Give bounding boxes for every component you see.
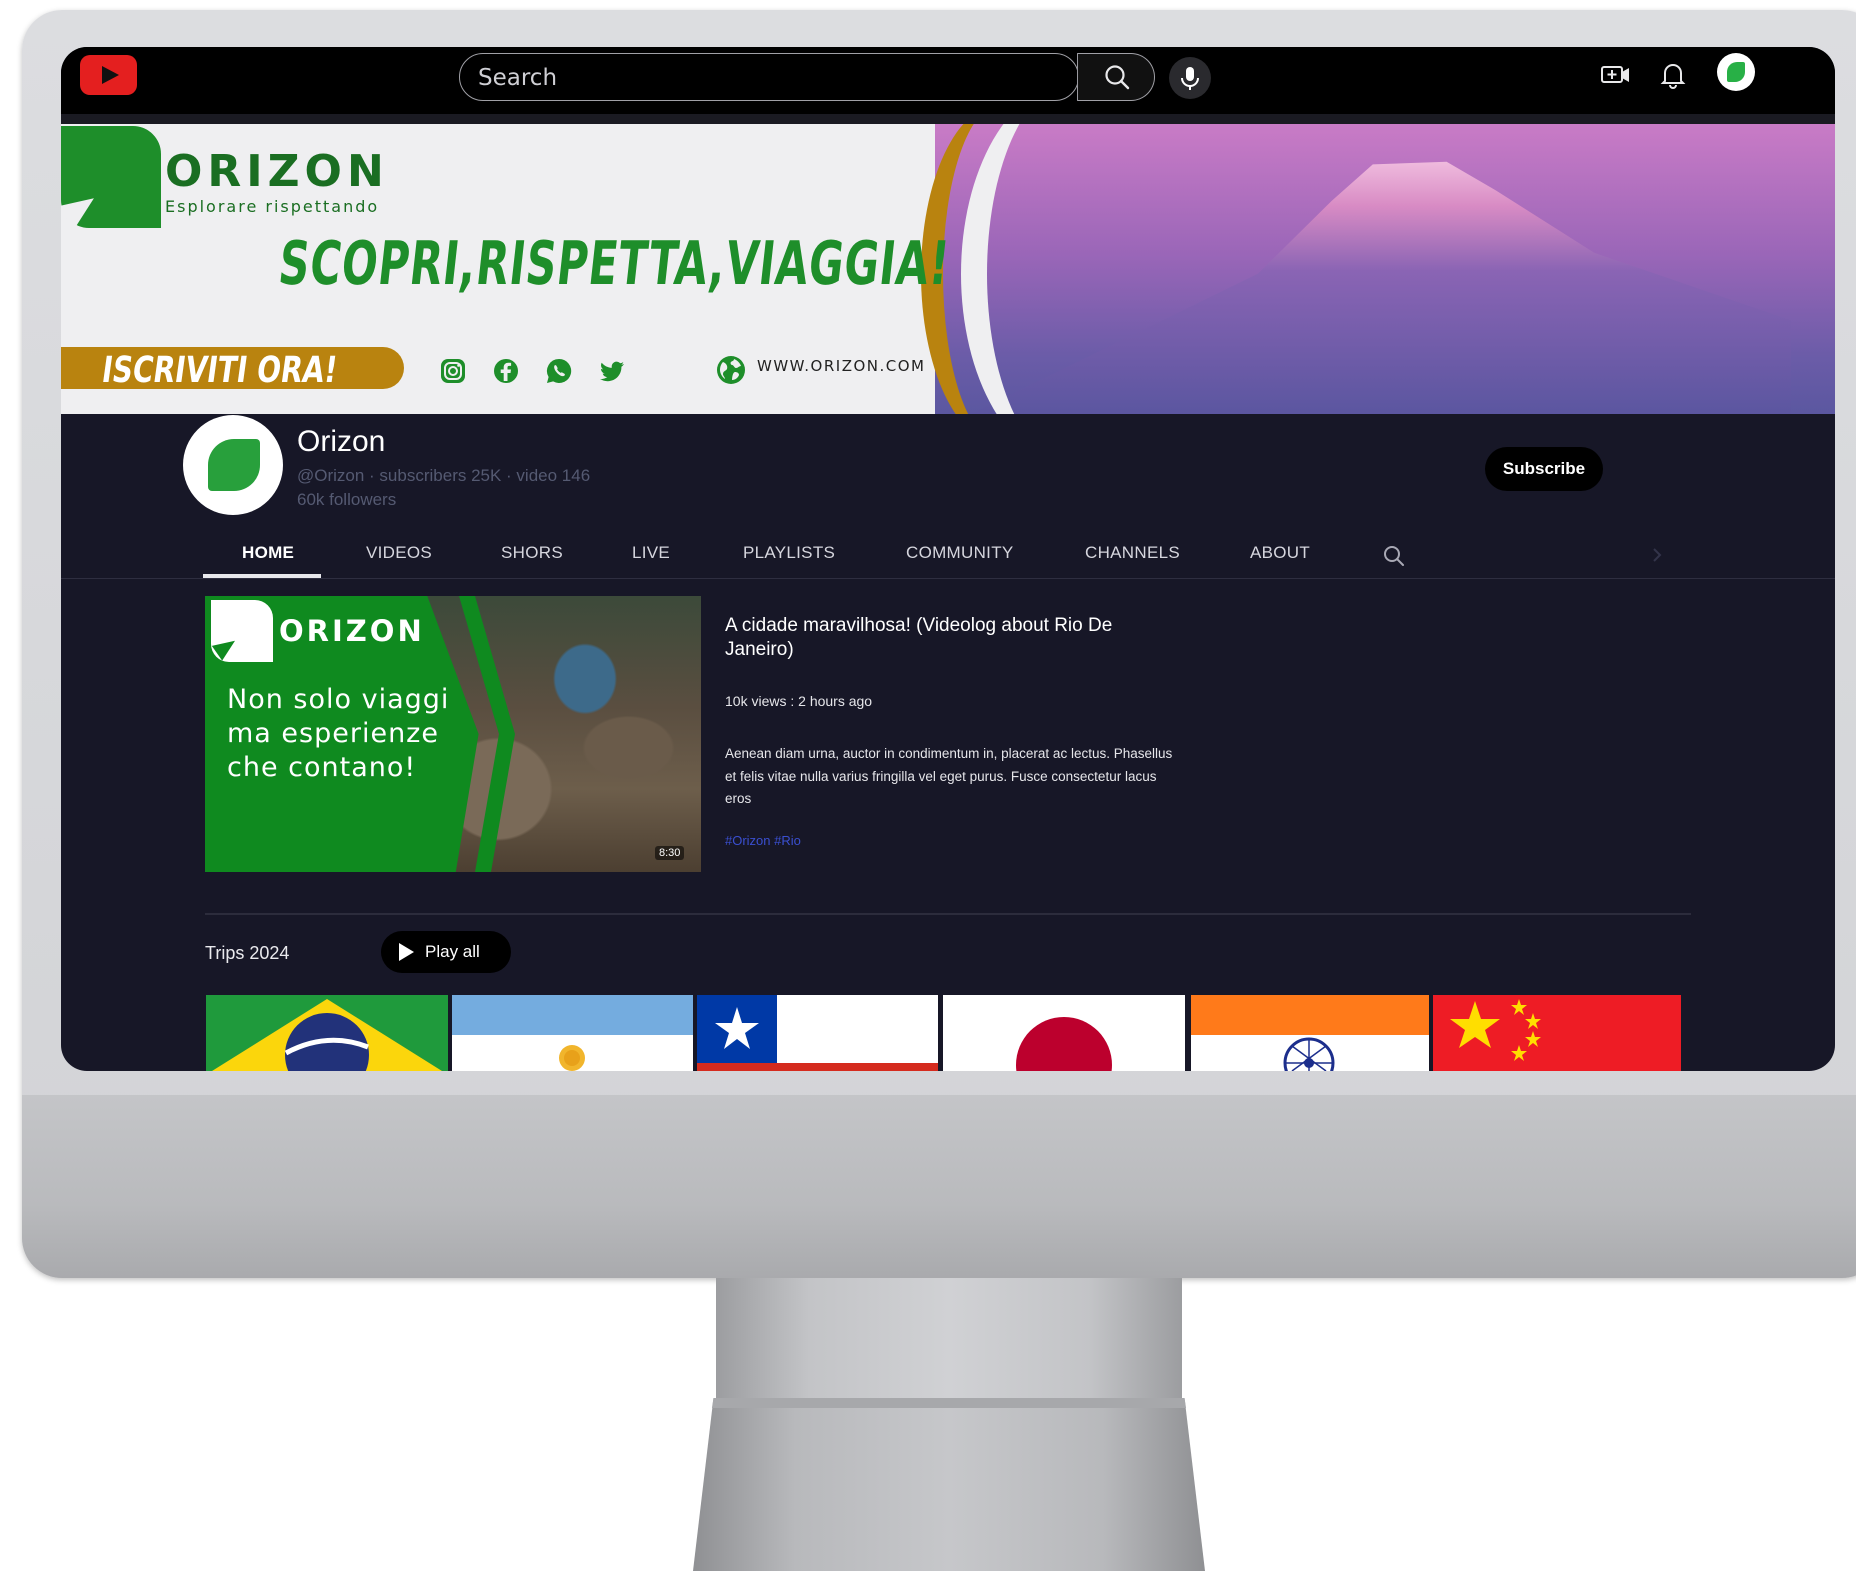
thumbnail-text-line: che contano!: [227, 752, 417, 783]
twitter-icon: [600, 361, 624, 382]
whatsapp-icon: [546, 358, 572, 383]
tab-live[interactable]: LIVE: [632, 543, 670, 563]
orizon-logo-icon: [61, 126, 161, 228]
cta-pill: ISCRIVITI ORA!: [61, 347, 404, 391]
monitor-stand: [716, 1278, 1182, 1398]
tab-community[interactable]: COMMUNITY: [906, 543, 1014, 563]
tab-videos[interactable]: VIDEOS: [366, 543, 432, 563]
thumbnail-text-line: Non solo viaggi: [227, 684, 450, 715]
monitor-stand-edge: [711, 1398, 1187, 1408]
globe-icon: [717, 356, 745, 384]
channel-banner: ORIZON Esplorare rispettando SCOPRI,RISP…: [61, 124, 1835, 414]
screen: ORIZON Esplorare rispettando SCOPRI,RISP…: [61, 47, 1835, 1071]
video-duration: 8:30: [655, 846, 685, 860]
video-meta: 10k views : 2 hours ago: [725, 693, 873, 709]
japan-flag[interactable]: [943, 995, 1185, 1071]
youtube-logo-icon[interactable]: [80, 55, 137, 95]
tab-shors[interactable]: SHORS: [501, 543, 563, 563]
brand-tagline: Esplorare rispettando: [165, 197, 380, 216]
play-all-button[interactable]: Play all: [381, 931, 511, 973]
search-icon: [1105, 65, 1130, 90]
search-button[interactable]: [1077, 53, 1155, 101]
avatar[interactable]: [1717, 53, 1755, 91]
top-bar: [61, 47, 1835, 124]
video-description: Aenean diam urna, auctor in condimentum …: [725, 746, 1173, 806]
argentina-flag[interactable]: [452, 995, 693, 1071]
facebook-icon: [494, 359, 518, 383]
channel-meta: @Orizon · subscribers 25K · video 146: [297, 466, 591, 485]
subscribe-button[interactable]: Subscribe: [1485, 447, 1603, 491]
microphone-icon: [1181, 67, 1199, 90]
banner-curve: [961, 124, 1181, 414]
tab-home[interactable]: HOME: [242, 543, 294, 563]
chevron-right-icon[interactable]: [1651, 547, 1663, 563]
tab-channels[interactable]: CHANNELS: [1085, 543, 1180, 563]
tab-playlists[interactable]: PLAYLISTS: [743, 543, 835, 563]
banner-slogan: SCOPRI,RISPETTA,VIAGGIA!: [275, 229, 954, 299]
india-flag[interactable]: [1191, 995, 1429, 1071]
search-icon[interactable]: [1381, 543, 1407, 569]
channel-name: Orizon: [297, 425, 386, 458]
video-hashtags[interactable]: #Orizon #Rio: [725, 833, 801, 848]
tab-about[interactable]: ABOUT: [1250, 543, 1310, 563]
active-tab-indicator: [203, 574, 321, 578]
video-title[interactable]: A cidade maravilhosa! (Videolog about Ri…: [725, 614, 1165, 662]
thumbnail-text-line: ma esperienze: [227, 718, 439, 749]
cta-text: ISCRIVITI ORA!: [99, 350, 340, 391]
search-input[interactable]: [460, 54, 1078, 100]
bell-icon[interactable]: [1655, 57, 1691, 93]
channel-tabs: HOME VIDEOS SHORS LIVE PLAYLISTS COMMUNI…: [61, 533, 1835, 579]
monitor-stand-base: [693, 1398, 1205, 1571]
website-url[interactable]: WWW.ORIZON.COM: [757, 357, 926, 375]
brand-name: ORIZON: [165, 146, 389, 197]
channel-avatar[interactable]: [183, 415, 283, 515]
voice-search-button[interactable]: [1169, 57, 1211, 99]
thumbnail-brand: ORIZON: [279, 614, 425, 648]
chile-flag[interactable]: [697, 995, 938, 1071]
playlist-title[interactable]: Trips 2024: [205, 943, 289, 964]
search-box: [459, 53, 1079, 101]
instagram-icon: [441, 359, 465, 383]
channel-followers: 60k followers: [297, 490, 397, 509]
china-flag[interactable]: [1433, 995, 1681, 1071]
section-divider: [205, 913, 1691, 915]
orizon-logo-icon: [211, 600, 273, 662]
brazil-flag[interactable]: [206, 995, 448, 1071]
create-video-icon[interactable]: [1597, 57, 1633, 93]
monitor-chin: [22, 1095, 1856, 1278]
featured-video-thumbnail[interactable]: ORIZON Non solo viaggi ma esperienze che…: [205, 596, 701, 872]
